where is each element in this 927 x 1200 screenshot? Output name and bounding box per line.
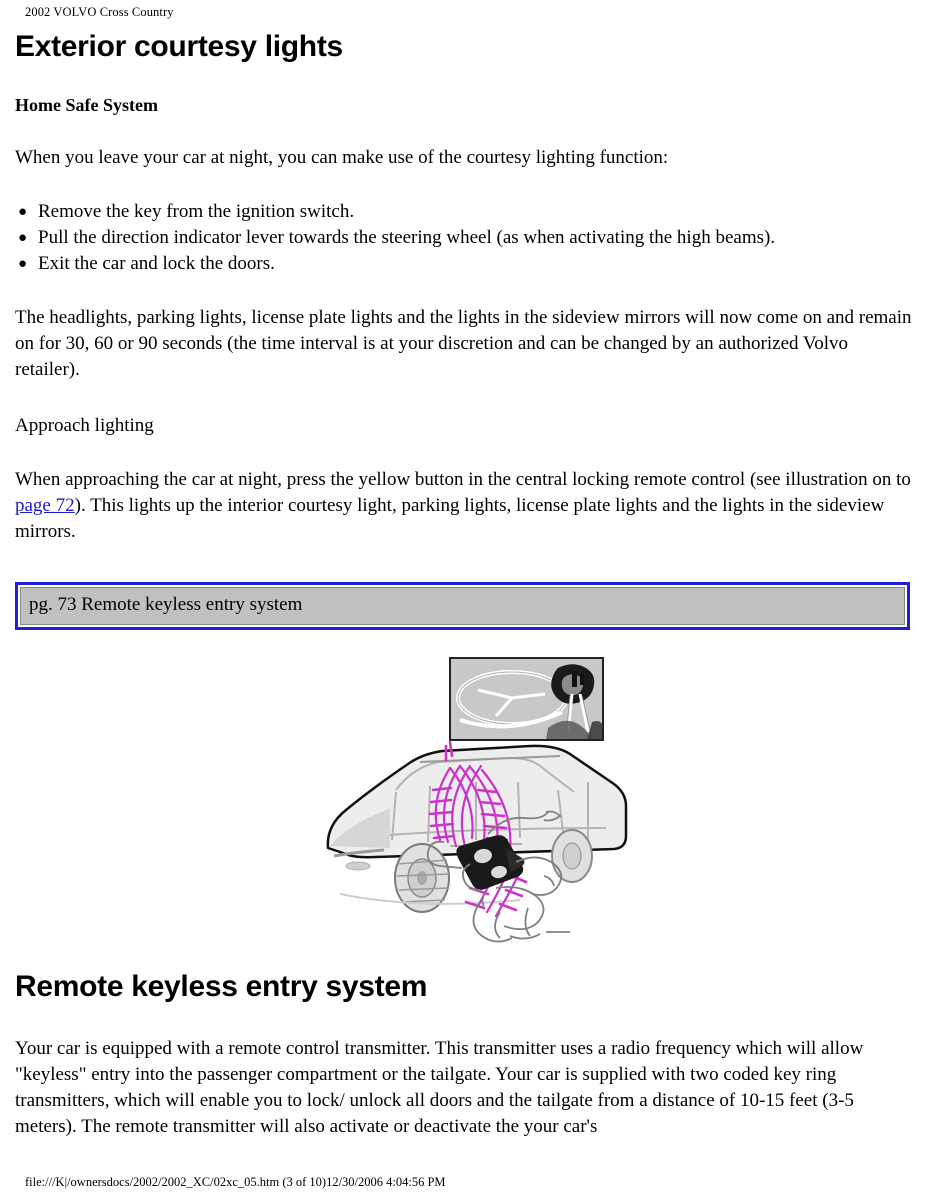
bullet-icon: ● — [18, 230, 28, 246]
bullet-icon: ● — [18, 256, 28, 272]
list-item: ● Pull the direction indicator lever tow… — [15, 225, 912, 251]
list-item-label: Pull the direction indicator lever towar… — [38, 227, 776, 248]
list-item-label: Remove the key from the ignition switch. — [38, 201, 355, 222]
approach-paragraph-text-after-link: ). This lights up the interior courtesy … — [15, 495, 885, 542]
reference-box-label: pg. 73 Remote keyless entry system — [29, 594, 303, 615]
section2-title: Remote keyless entry system — [15, 970, 428, 1003]
rear-wheel-icon — [551, 829, 593, 883]
list-item-label: Exit the car and lock the doors. — [38, 253, 275, 274]
list-item: ● Exit the car and lock the doors. — [15, 251, 912, 277]
page-title: Exterior courtesy lights — [15, 30, 343, 63]
reference-box[interactable]: pg. 73 Remote keyless entry system — [15, 582, 910, 630]
approach-paragraph-text-before-link: When approaching the car at night, press… — [15, 469, 911, 490]
instruction-list: ● Remove the key from the ignition switc… — [15, 199, 912, 277]
page-72-link[interactable]: page 72 — [15, 495, 75, 516]
bullet-icon: ● — [18, 204, 28, 220]
section-subheading-home-safe-system: Home Safe System — [15, 95, 158, 115]
running-header: 2002 VOLVO Cross Country — [25, 5, 174, 19]
section2-paragraph: Your car is equipped with a remote contr… — [15, 1038, 864, 1137]
list-item: ● Remove the key from the ignition switc… — [15, 199, 912, 225]
reference-box-inner: pg. 73 Remote keyless entry system — [20, 587, 905, 625]
approach-lighting-heading: Approach lighting — [15, 415, 154, 436]
remote-keyless-entry-illustration — [300, 650, 630, 950]
steering-wheel-inset-icon — [449, 657, 604, 741]
page-footer-path: file:///K|/ownersdocs/2002/2002_XC/02xc_… — [25, 1175, 446, 1189]
intro-paragraph: When you leave your car at night, you ca… — [15, 147, 669, 168]
timing-paragraph: The headlights, parking lights, license … — [15, 307, 912, 380]
approach-lighting-paragraph: When approaching the car at night, press… — [15, 467, 912, 545]
section-remote-keyless-entry: Remote keyless entry system Your car is … — [15, 970, 912, 1140]
document-content: Exterior courtesy lights Home Safe Syste… — [15, 30, 912, 545]
